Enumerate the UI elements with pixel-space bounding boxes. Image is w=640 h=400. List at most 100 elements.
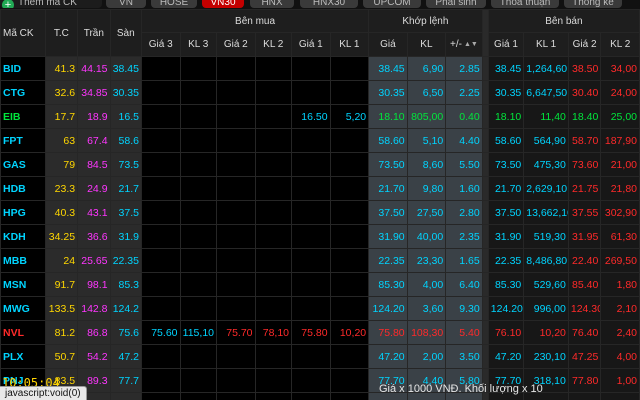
table-row[interactable]: PLX 50.7 54.2 47.2 47.20 2,00 3.50 47.20 230,10 4… bbox=[0, 344, 640, 369]
ref-price-cell: 91.7 bbox=[44, 272, 79, 297]
col-header-bid-2[interactable]: Giá 2 bbox=[216, 32, 256, 57]
table-row[interactable]: BID 41.3 44.15 38.45 38.45 6,90 2.85 38.45 1,264… bbox=[0, 56, 640, 81]
col-header-bid-0[interactable]: Giá 3 bbox=[140, 32, 181, 57]
table-row[interactable]: MBB 24 25.65 22.35 22.35 23,30 1.65 22.35 8,486,… bbox=[0, 248, 640, 273]
floor-price-cell: 73.5 bbox=[109, 152, 142, 177]
offer-price-2-cell: 21.75 bbox=[567, 176, 602, 201]
table-row[interactable]: KDH 34.25 36.6 31.9 31.90 40,00 2.35 31.90 519,3… bbox=[0, 224, 640, 249]
tab-derivatives[interactable]: Phái sinh bbox=[426, 0, 486, 8]
col-header-match-2[interactable]: +/- ▲▼ bbox=[445, 32, 483, 57]
bid-price-3-cell bbox=[140, 272, 181, 297]
col-header-offer-2[interactable]: Giá 2 bbox=[567, 32, 602, 57]
tab-upcom[interactable]: UPCOM bbox=[363, 0, 421, 8]
col-header-floor[interactable]: Sàn bbox=[109, 9, 142, 57]
match-vol-cell: 27,50 bbox=[406, 200, 447, 225]
symbol-cell[interactable]: PLX bbox=[0, 344, 46, 369]
table-row[interactable]: GAS 79 84.5 73.5 73.50 8,60 5.50 73.50 475,30 73.… bbox=[0, 152, 640, 177]
tab-hnx30[interactable]: HNX30 bbox=[300, 0, 358, 8]
table-row[interactable]: CTG 32.6 34.85 30.35 30.35 6,50 2.25 30.35 6,647… bbox=[0, 80, 640, 105]
col-header-offer-1[interactable]: KL 1 bbox=[523, 32, 569, 57]
symbol-cell[interactable]: MWG bbox=[0, 296, 46, 321]
tab-vn[interactable]: VN bbox=[106, 0, 146, 8]
col-header-bid-5[interactable]: KL 1 bbox=[329, 32, 370, 57]
match-price-cell: 22.35 bbox=[368, 248, 408, 273]
col-header-bid-1[interactable]: KL 3 bbox=[179, 32, 217, 57]
tab-statistics[interactable]: Thống kê bbox=[564, 0, 622, 8]
table-row[interactable]: HPG 40.3 43.1 37.5 37.50 27,50 2.80 37.50 13,662… bbox=[0, 200, 640, 225]
col-header-offer-3[interactable]: KL 2 bbox=[600, 32, 640, 57]
tab-hose[interactable]: HOSE bbox=[151, 0, 197, 8]
bid-price-1-cell bbox=[291, 224, 331, 249]
col-header-bid-3[interactable]: KL 2 bbox=[254, 32, 293, 57]
symbol-cell[interactable]: HDB bbox=[0, 176, 46, 201]
symbol-cell[interactable]: EIB bbox=[0, 104, 46, 129]
symbol-cell[interactable]: FPT bbox=[0, 128, 46, 153]
plus-icon: + bbox=[2, 0, 14, 8]
match-vol-cell: 8,60 bbox=[406, 152, 447, 177]
offer-vol-1-cell: 6,647,50 bbox=[523, 80, 569, 105]
bid-vol-2-cell bbox=[254, 392, 293, 400]
col-header-ceiling[interactable]: Trần bbox=[77, 9, 111, 57]
table-row[interactable]: MSN 91.7 98.1 85.3 85.30 4,00 6.40 85.30 529,60 8… bbox=[0, 272, 640, 297]
offer-vol-1-cell: 475,30 bbox=[523, 152, 569, 177]
offer-price-1-cell: 76.10 bbox=[487, 320, 525, 345]
tab-label: HNX bbox=[261, 0, 283, 8]
col-header-ref[interactable]: T.C bbox=[44, 9, 79, 57]
offer-vol-2-cell: 21,00 bbox=[600, 152, 640, 177]
offer-vol-1-cell: 996,00 bbox=[523, 296, 569, 321]
bid-price-3-cell bbox=[140, 56, 181, 81]
offer-vol-1-cell: 11,40 bbox=[523, 104, 569, 129]
ceiling-price-cell: 44.15 bbox=[77, 56, 111, 81]
col-header-bid-4[interactable]: Giá 1 bbox=[291, 32, 331, 57]
offer-price-2-cell: 22.40 bbox=[567, 248, 602, 273]
symbol-cell[interactable]: KDH bbox=[0, 224, 46, 249]
col-header-symbol[interactable]: Mã CK bbox=[0, 9, 46, 57]
bid-vol-1-cell bbox=[329, 272, 370, 297]
tab-label: HNX30 bbox=[312, 0, 346, 8]
tab-vn30[interactable]: VN30 bbox=[202, 0, 244, 8]
bid-vol-1-cell: 10,20 bbox=[329, 320, 370, 345]
table-row[interactable]: HDB 23.3 24.9 21.7 21.70 9,80 1.60 21.70 2,629,1… bbox=[0, 176, 640, 201]
symbol-cell[interactable]: NVL bbox=[0, 320, 46, 345]
bid-vol-2-cell bbox=[254, 80, 293, 105]
col-header-bid-5-label: KL 1 bbox=[339, 39, 360, 50]
sort-arrows-icon[interactable]: ▲▼ bbox=[464, 41, 478, 48]
symbol-cell[interactable]: MBB bbox=[0, 248, 46, 273]
bid-price-1-cell bbox=[291, 344, 331, 369]
bid-price-1-cell bbox=[291, 272, 331, 297]
symbol-cell[interactable]: MSN bbox=[0, 272, 46, 297]
col-header-offer-2-label: Giá 2 bbox=[572, 39, 597, 50]
bid-price-3-cell bbox=[140, 104, 181, 129]
col-header-match-1[interactable]: KL bbox=[406, 32, 447, 57]
bid-vol-2-cell bbox=[254, 200, 293, 225]
match-vol-cell: 6,90 bbox=[406, 56, 447, 81]
col-header-offer-0[interactable]: Giá 1 bbox=[487, 32, 525, 57]
bid-price-1-cell bbox=[291, 152, 331, 177]
symbol-cell[interactable]: CTG bbox=[0, 80, 46, 105]
bid-price-1-cell bbox=[291, 368, 331, 393]
symbol-cell[interactable]: BID bbox=[0, 56, 46, 81]
bid-vol-1-cell bbox=[329, 200, 370, 225]
col-header-match-0[interactable]: Giá bbox=[368, 32, 408, 57]
table-row[interactable]: MWG 133.5 142.8 124.2 124.20 3,60 9.30 124.20 99… bbox=[0, 296, 640, 321]
floor-price-cell: 75.6 bbox=[109, 320, 142, 345]
table-row[interactable]: FPT 63 67.4 58.6 58.60 5,10 4.40 58.60 564,90 58.… bbox=[0, 128, 640, 153]
match-vol-cell: 2,00 bbox=[406, 344, 447, 369]
match-vol-cell: 23,30 bbox=[406, 248, 447, 273]
ref-price-cell: 32.6 bbox=[44, 80, 79, 105]
symbol-cell[interactable]: GAS bbox=[0, 152, 46, 177]
table-row[interactable]: NVL 81.2 86.8 75.6 75.60 115,10 75.70 78,10 75.8… bbox=[0, 320, 640, 345]
col-header-offer-0-label: Giá 1 bbox=[494, 39, 518, 50]
tab-add-symbol[interactable]: + Thêm mã CK bbox=[0, 0, 102, 8]
tab-hnx[interactable]: HNX bbox=[250, 0, 294, 8]
table-row[interactable]: EIB 17.7 18.9 16.5 16.50 5,20 18.10 805,00 0.40 1… bbox=[0, 104, 640, 129]
match-price-cell: 21.70 bbox=[368, 176, 408, 201]
tab-label: Thống kê bbox=[572, 0, 614, 8]
offer-vol-2-cell: 25,00 bbox=[600, 104, 640, 129]
bid-vol-2-cell bbox=[254, 368, 293, 393]
bid-vol-1-cell bbox=[329, 392, 370, 400]
bid-price-3-cell bbox=[140, 296, 181, 321]
symbol-cell[interactable]: HPG bbox=[0, 200, 46, 225]
offer-vol-2-cell: 1,80 bbox=[600, 272, 640, 297]
tab-put-through[interactable]: Thỏa thuận bbox=[491, 0, 559, 8]
